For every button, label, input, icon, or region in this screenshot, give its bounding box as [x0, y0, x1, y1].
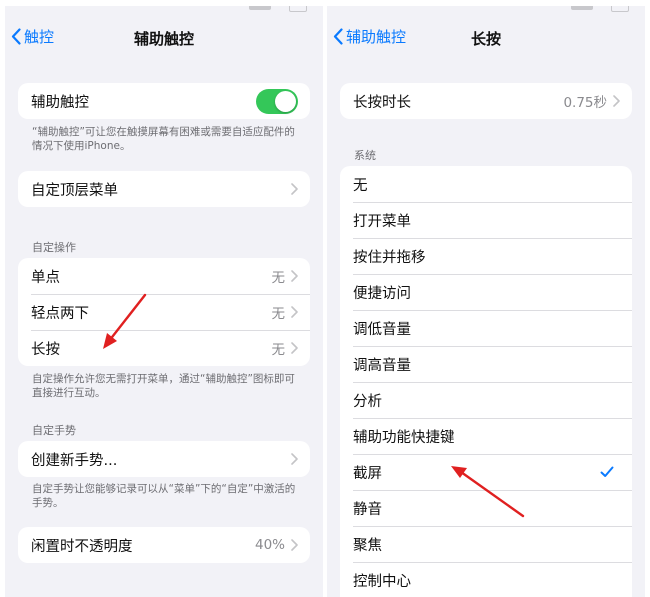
single-tap-row[interactable]: 单点 无 [18, 258, 310, 294]
chevron-right-icon [291, 453, 298, 465]
option-open-menu-row[interactable]: 打开菜单 [340, 202, 632, 238]
custom-gestures-header: 自定手势 [32, 424, 76, 437]
option-screenshot-row[interactable]: 截屏 [340, 454, 632, 490]
assistive-touch-group: 辅助触控 [18, 83, 310, 119]
nav-bar: 辅助触控 长按 [327, 20, 645, 56]
chevron-right-icon [291, 183, 298, 195]
assistive-touch-footnote: “辅助触控”可让您在触摸屏幕有困难或需要自适应配件的情况下使用iPhone。 [32, 126, 295, 152]
double-tap-value: 无 [271, 306, 286, 322]
status-bar [5, 6, 323, 12]
page-title: 辅助触控 [133, 30, 194, 48]
assistive-touch-toggle[interactable] [256, 88, 298, 114]
duration-group: 长按时长 0.75秒 [340, 83, 632, 119]
option-label: 控制中心 [353, 573, 411, 590]
custom-actions-header: 自定操作 [32, 241, 76, 254]
long-press-screen: 辅助触控 长按 长按时长 0.75秒 系统 无 打开菜单 按住并拖移 便捷访问 … [327, 6, 645, 597]
option-label: 按住并拖移 [353, 249, 426, 266]
nav-bar: 触控 辅助触控 [5, 20, 323, 56]
option-volume-up-row[interactable]: 调高音量 [340, 346, 632, 382]
long-press-value: 无 [271, 342, 286, 358]
option-analytics-row[interactable]: 分析 [340, 382, 632, 418]
chevron-right-icon [613, 95, 620, 107]
long-press-duration-label: 长按时长 [353, 94, 411, 111]
top-menu-group: 自定顶层菜单 [18, 171, 310, 207]
option-label: 打开菜单 [353, 213, 411, 230]
option-label: 无 [353, 177, 368, 194]
page-title: 长按 [470, 30, 501, 48]
long-press-label: 长按 [31, 341, 60, 358]
option-label: 分析 [353, 393, 382, 410]
custom-gestures-group: 创建新手势... [18, 441, 310, 477]
assistive-touch-row: 辅助触控 [18, 83, 310, 119]
status-bar [327, 6, 645, 12]
option-reachability-row[interactable]: 便捷访问 [340, 274, 632, 310]
create-gesture-row[interactable]: 创建新手势... [18, 441, 310, 477]
custom-actions-group: 单点 无 轻点两下 无 长按 无 [18, 258, 310, 366]
option-control-center-row[interactable]: 控制中心 [340, 562, 632, 597]
system-options-list: 无 打开菜单 按住并拖移 便捷访问 调低音量 调高音量 分析 辅助功能快捷键 截… [340, 166, 632, 597]
signal-icon [571, 6, 593, 10]
battery-icon [289, 6, 307, 12]
chevron-right-icon [291, 270, 298, 282]
option-mute-row[interactable]: 静音 [340, 490, 632, 526]
assistive-touch-label: 辅助触控 [31, 94, 89, 111]
idle-opacity-label: 闲置时不透明度 [31, 538, 133, 555]
double-tap-label: 轻点两下 [31, 305, 89, 322]
assistive-touch-screen: 触控 辅助触控 辅助触控 “辅助触控”可让您在触摸屏幕有困难或需要自适应配件的情… [5, 6, 323, 597]
idle-opacity-row[interactable]: 闲置时不透明度 40% [18, 527, 310, 563]
option-label: 聚焦 [353, 537, 382, 554]
long-press-row[interactable]: 长按 无 [18, 330, 310, 366]
create-gesture-label: 创建新手势... [31, 452, 118, 469]
option-label: 辅助功能快捷键 [353, 429, 455, 446]
idle-opacity-group: 闲置时不透明度 40% [18, 527, 310, 563]
option-label: 调高音量 [353, 357, 411, 374]
option-accessibility-shortcut-row[interactable]: 辅助功能快捷键 [340, 418, 632, 454]
chevron-right-icon [291, 342, 298, 354]
chevron-right-icon [291, 539, 298, 551]
toggle-knob [275, 90, 296, 112]
single-tap-value: 无 [271, 270, 286, 286]
system-header: 系统 [354, 149, 376, 162]
chevron-right-icon [291, 306, 298, 318]
option-label: 截屏 [353, 465, 382, 482]
option-none-row[interactable]: 无 [340, 166, 632, 202]
checkmark-icon [600, 466, 614, 477]
long-press-duration-row[interactable]: 长按时长 0.75秒 [340, 83, 632, 119]
option-label: 调低音量 [353, 321, 411, 338]
idle-opacity-value: 40% [254, 537, 285, 553]
option-volume-down-row[interactable]: 调低音量 [340, 310, 632, 346]
signal-icon [249, 6, 271, 10]
option-focus-row[interactable]: 聚焦 [340, 526, 632, 562]
option-label: 便捷访问 [353, 285, 411, 302]
option-label: 静音 [353, 501, 382, 518]
customize-top-menu-label: 自定顶层菜单 [31, 182, 118, 199]
double-tap-row[interactable]: 轻点两下 无 [18, 294, 310, 330]
long-press-duration-value: 0.75秒 [563, 95, 607, 111]
option-hold-drag-row[interactable]: 按住并拖移 [340, 238, 632, 274]
customize-top-menu-row[interactable]: 自定顶层菜单 [18, 171, 310, 207]
custom-gestures-footnote: 自定手势让您能够记录可以从“菜单”下的“自定”中激活的手势。 [32, 483, 296, 509]
custom-actions-footnote: 自定操作允许您无需打开菜单，通过“辅助触控”图标即可直接进行互动。 [32, 373, 295, 399]
battery-icon [611, 6, 629, 12]
single-tap-label: 单点 [31, 269, 60, 286]
